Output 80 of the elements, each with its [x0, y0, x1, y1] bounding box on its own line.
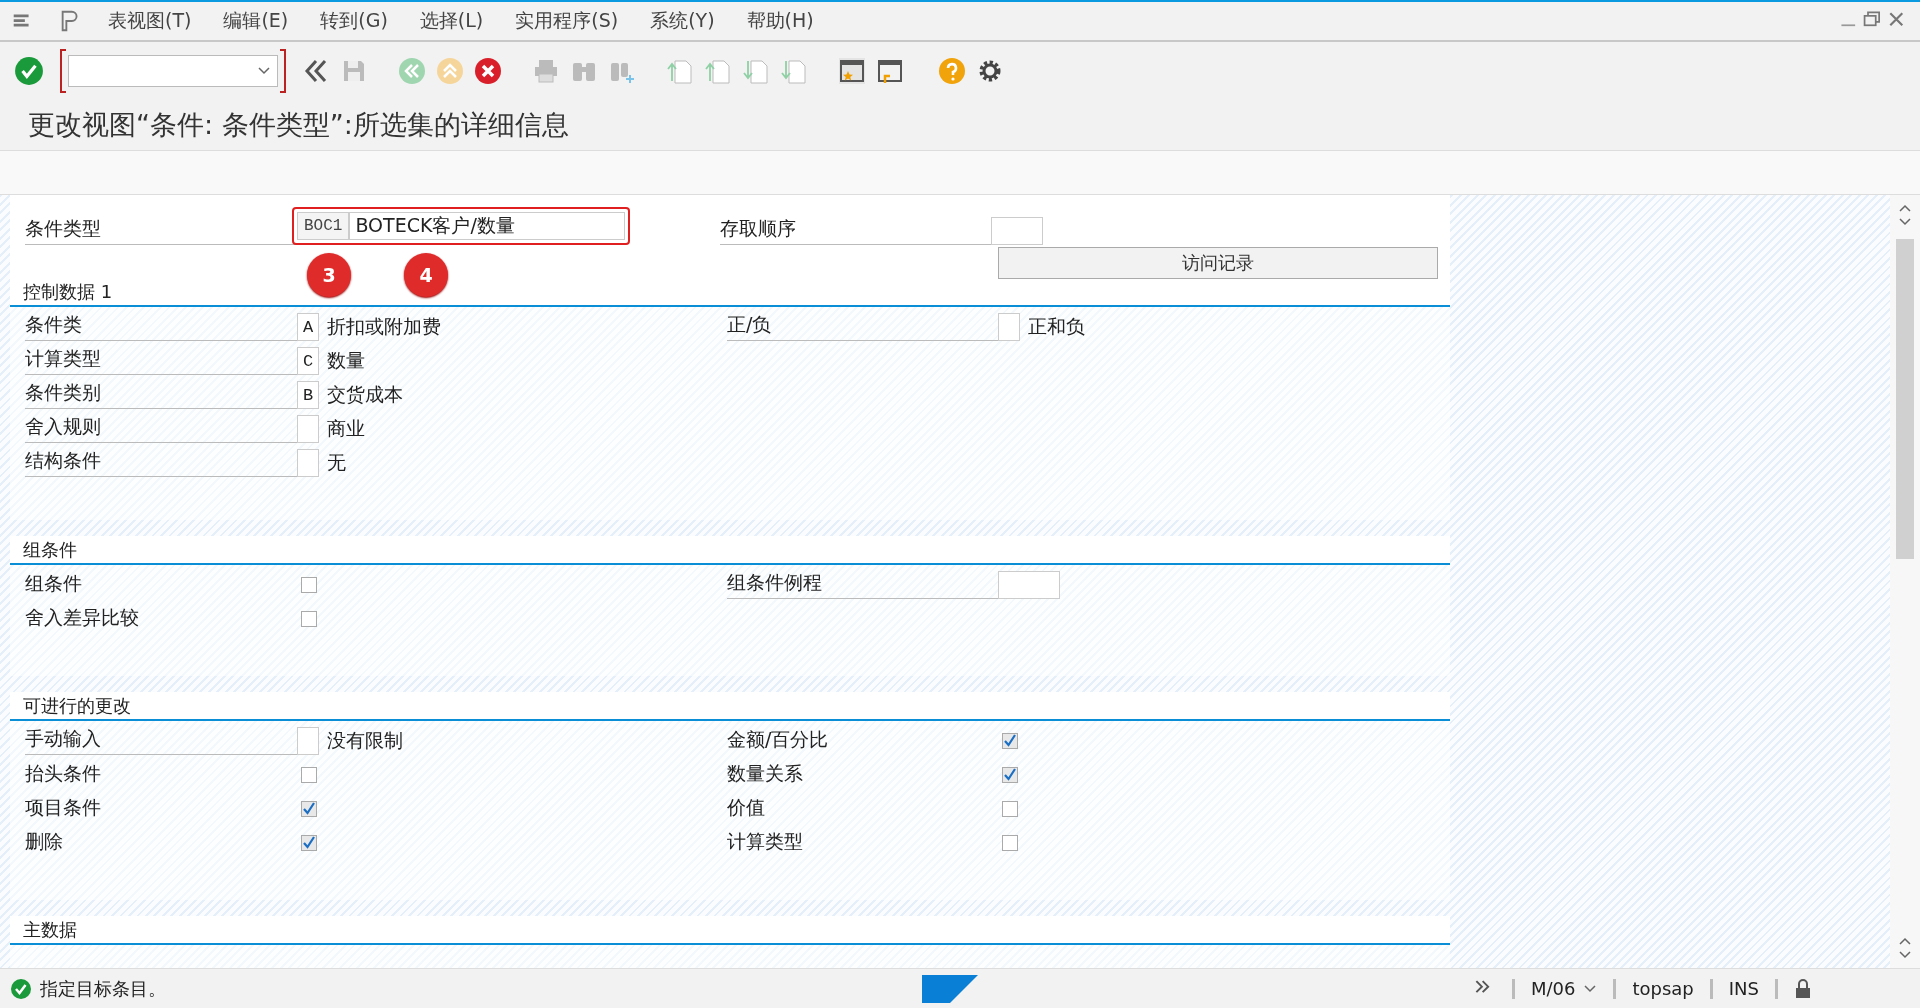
checkbox-label: 数量关系	[727, 761, 804, 786]
input-field[interactable]	[991, 217, 1044, 245]
menu-item[interactable]: 选择(L)	[403, 8, 500, 34]
check-icon[interactable]	[14, 56, 44, 86]
section-title: 组条件	[23, 537, 77, 562]
checkbox-label: 计算类型	[727, 829, 804, 854]
checkbox-label: 删除	[25, 829, 64, 854]
scrollbar-thumb[interactable]	[1896, 239, 1914, 559]
field-description: 数量	[327, 348, 365, 373]
field-description: 商业	[327, 416, 365, 441]
field-description: 没有限制	[327, 728, 403, 753]
checkbox[interactable]	[1002, 835, 1018, 851]
field-label: 条件类	[25, 313, 297, 341]
checkbox[interactable]	[1002, 767, 1018, 783]
input-field[interactable]	[998, 313, 1020, 341]
menu-item[interactable]: 实用程序(S)	[499, 8, 635, 34]
input-field[interactable]	[297, 727, 319, 755]
page-arrow-icon[interactable]	[704, 57, 732, 85]
input-field[interactable]	[297, 449, 319, 477]
menu-item[interactable]: 编辑(E)	[207, 8, 305, 34]
checkbox[interactable]	[301, 835, 317, 851]
field-label: 组条件例程	[727, 571, 998, 599]
server-name: topsap	[1632, 978, 1694, 999]
input-field[interactable]: C	[297, 347, 319, 375]
section-title: 控制数据 1	[23, 279, 113, 304]
caret-icon[interactable]	[257, 66, 271, 76]
page-arrow-icon[interactable]	[666, 57, 694, 85]
checkbox[interactable]	[301, 767, 317, 783]
checkbox-label: 金额/百分比	[727, 727, 830, 752]
checkbox[interactable]	[1002, 733, 1018, 749]
field-label: 结构条件	[25, 449, 297, 477]
menu-item[interactable]: 系统(Y)	[634, 8, 731, 34]
page-arrow-icon[interactable]	[742, 57, 770, 85]
help-icon[interactable]	[938, 57, 966, 85]
input-field[interactable]	[998, 571, 1060, 599]
section-title: 可进行的更改	[23, 693, 131, 718]
field-label: 舍入规则	[25, 415, 297, 443]
lock-icon	[1794, 978, 1812, 999]
success-icon	[10, 977, 32, 1000]
logo-icon	[922, 974, 978, 1003]
checkbox-label: 抬头条件	[25, 761, 102, 786]
back-icon[interactable]	[398, 57, 426, 85]
field-label: 正/负	[727, 313, 998, 341]
section-title: 主数据	[23, 917, 77, 942]
input-field[interactable]: B	[297, 381, 319, 409]
field-label: 手动输入	[25, 727, 297, 755]
input-field[interactable]	[297, 415, 319, 443]
menu-item[interactable]: 转到(G)	[304, 8, 404, 34]
status-message: 指定目标条目。	[40, 976, 166, 1001]
input-field[interactable]: BOTECK客户/数量	[349, 212, 626, 240]
checkbox-label: 项目条件	[25, 795, 102, 820]
access-records-button[interactable]: 访问记录	[998, 247, 1438, 279]
checkbox[interactable]	[301, 801, 317, 817]
printer-icon[interactable]	[532, 57, 560, 85]
checkbox-label: 舍入差异比较	[25, 605, 140, 630]
window-star-icon[interactable]	[838, 57, 866, 85]
checkbox[interactable]	[301, 577, 317, 593]
client-info: M/06	[1530, 978, 1576, 999]
command-field[interactable]	[68, 55, 278, 87]
checkbox[interactable]	[301, 611, 317, 627]
checkbox[interactable]	[1002, 801, 1018, 817]
field-description: 无	[327, 450, 346, 475]
up-icon[interactable]	[436, 57, 464, 85]
field-description: 折扣或附加费	[327, 314, 441, 339]
input-field[interactable]: BOC1	[297, 212, 350, 240]
menu-item[interactable]: 帮助(H)	[730, 8, 830, 34]
field-description: 正和负	[1028, 314, 1085, 339]
field-label: 存取顺序	[720, 217, 992, 245]
menu-item[interactable]: 表视图(T)	[92, 8, 208, 34]
checkbox-label: 价值	[727, 795, 766, 820]
checkbox-label: 组条件	[25, 571, 83, 596]
field-label: 计算类型	[25, 347, 297, 375]
field-label: 条件类型	[25, 217, 297, 245]
field-description: 交货成本	[327, 382, 403, 407]
field-label: 条件类别	[25, 381, 297, 409]
page-title: 更改视图“条件: 条件类型”:所选集的详细信息	[27, 108, 570, 142]
page-arrow-icon[interactable]	[780, 57, 808, 85]
cancel-icon[interactable]	[474, 57, 502, 85]
input-field[interactable]: A	[297, 313, 319, 341]
input-mode: INS	[1728, 978, 1759, 999]
